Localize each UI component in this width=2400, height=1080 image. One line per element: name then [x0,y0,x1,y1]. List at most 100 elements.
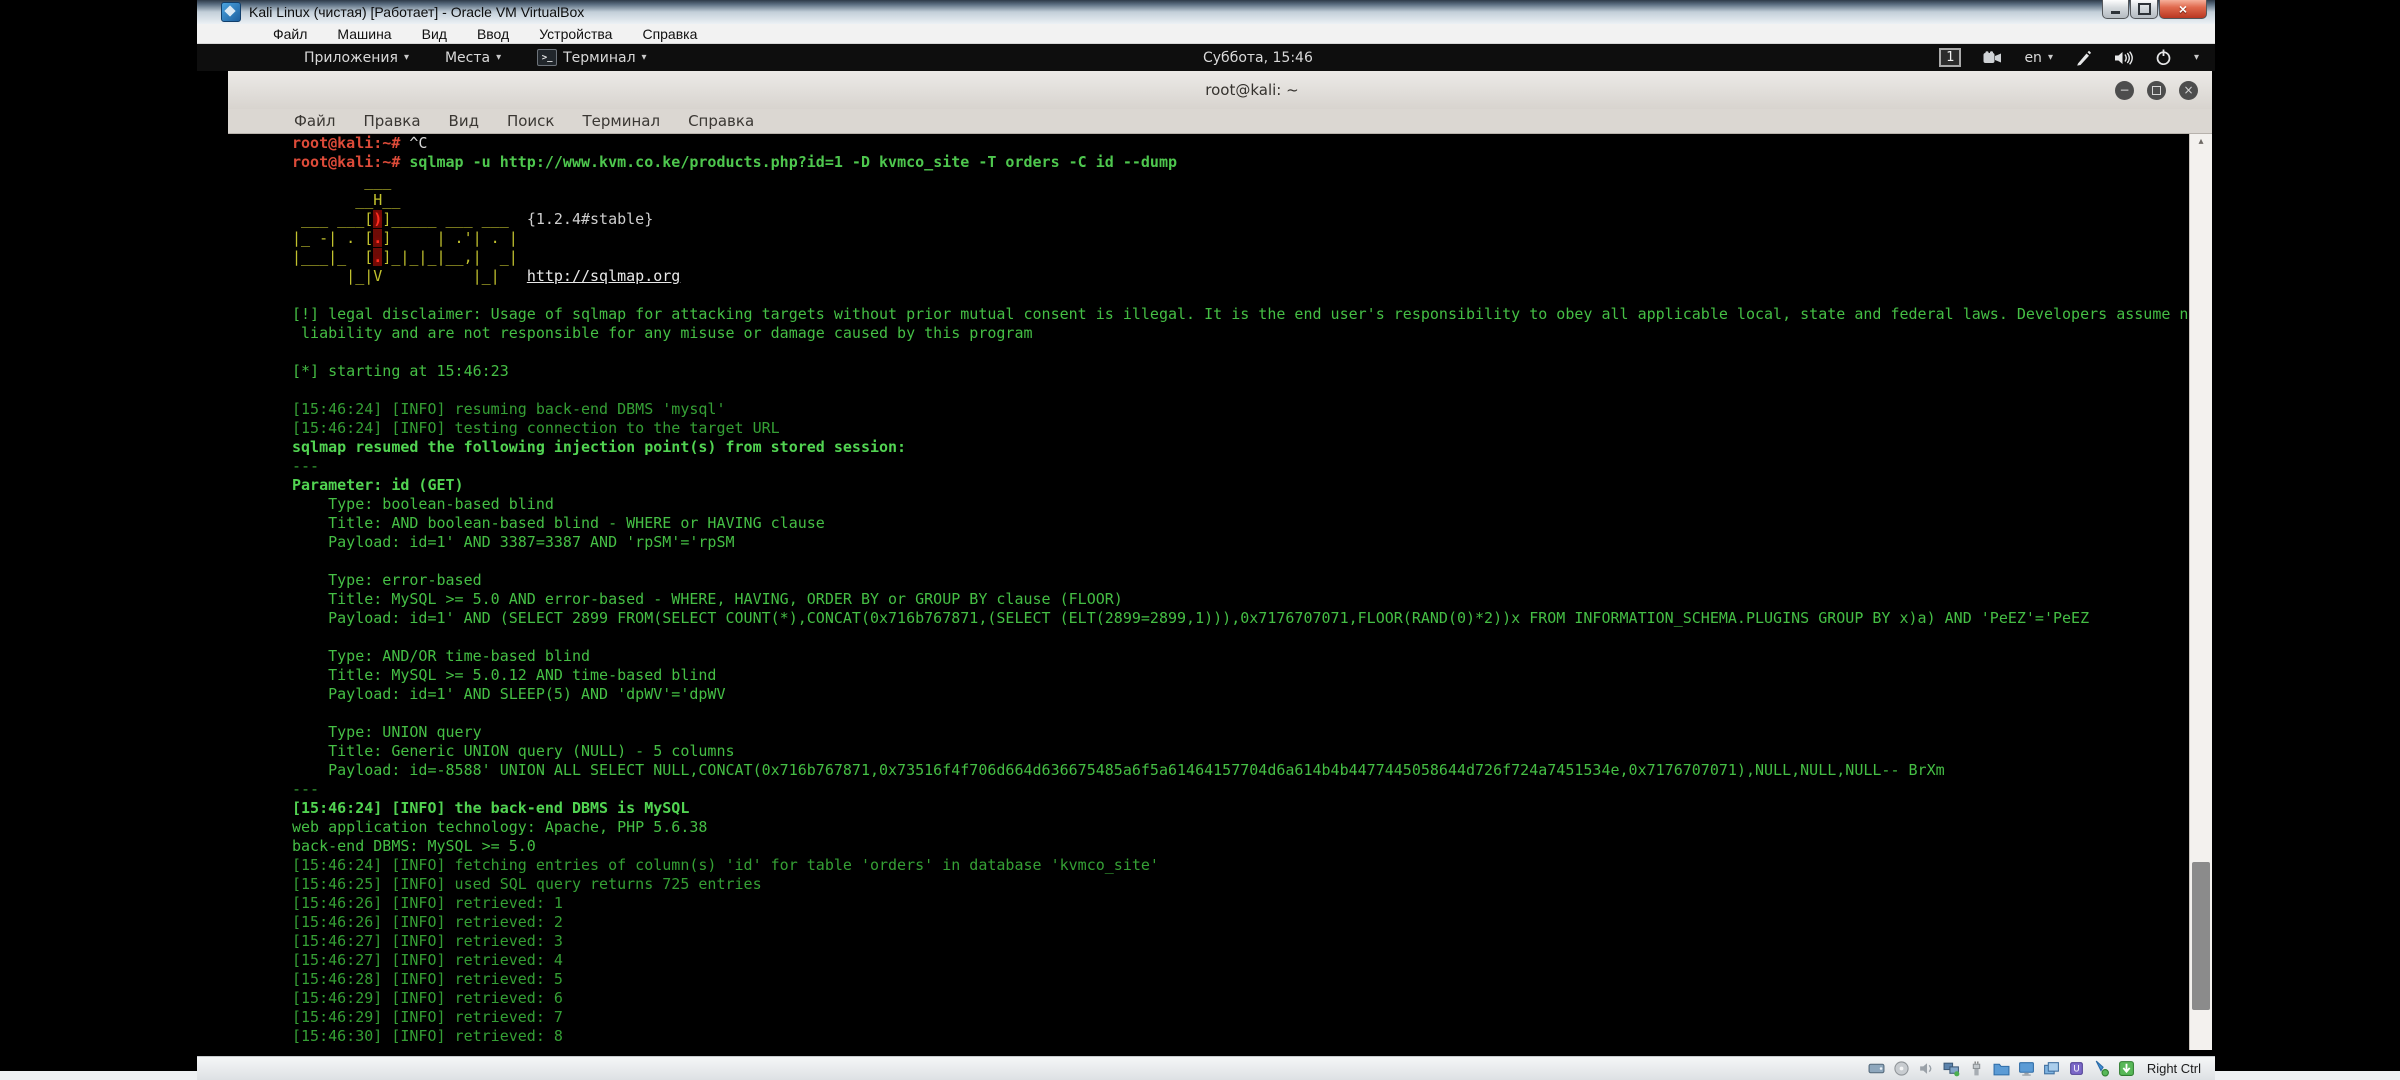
svg-text:U: U [2074,1065,2080,1075]
terminal-titlebar[interactable]: root@kali: ~ − × [228,71,2212,110]
cpu-icon[interactable]: U [2068,1060,2086,1078]
terminal-line: [15:46:29] [INFO] retrieved: 7 [292,1008,2198,1027]
terminal-line: root@kali:~# sqlmap -u http://www.kvm.co… [292,153,2198,172]
shared-folder-icon[interactable] [1993,1060,2011,1078]
cd-icon[interactable] [1893,1060,1911,1078]
terminal-scrollbar[interactable]: ▴ [2189,134,2212,1050]
terminal-close-button[interactable]: × [2179,81,2198,100]
terminal-menu-help[interactable]: Справка [688,112,754,130]
close-icon: × [2183,84,2193,96]
terminal-line: |_|V |_| http://sqlmap.org [292,267,2198,286]
usb-icon[interactable] [1968,1060,1986,1078]
terminal-line: [15:46:25] [INFO] used SQL query returns… [292,875,2198,894]
pencil-icon[interactable] [2075,49,2092,66]
vbox-menu-help[interactable]: Справка [642,26,697,42]
terminal-menu-terminal[interactable]: Терминал [582,112,660,130]
terminal-line [292,381,2198,400]
terminal-line: [15:46:29] [INFO] retrieved: 6 [292,989,2198,1008]
host-key-label: Right Ctrl [2147,1061,2201,1076]
terminal-menu-file[interactable]: Файл [294,112,335,130]
terminal-line [292,628,2198,647]
maximize-button[interactable] [2130,0,2158,19]
terminal-line: Type: UNION query [292,723,2198,742]
network-icon[interactable] [1943,1060,1961,1078]
terminal-line: Payload: id=1' AND (SELECT 2899 FROM(SEL… [292,609,2198,628]
terminal-line [292,343,2198,362]
close-icon: × [2179,2,2187,16]
terminal-line: [15:46:26] [INFO] retrieved: 1 [292,894,2198,913]
minimize-button[interactable] [2102,0,2129,19]
vbox-menu-machine[interactable]: Машина [337,26,391,42]
terminal-menu-label: Терминал [563,50,635,66]
terminal-line: --- [292,780,2198,799]
terminal-line [292,286,2198,305]
vbox-menu-file[interactable]: Файл [273,26,307,42]
mouse-integration-icon[interactable] [2093,1060,2111,1078]
terminal-maximize-button[interactable] [2147,81,2166,100]
terminal-line: [15:46:24] [INFO] testing connection to … [292,419,2198,438]
terminal-menu-view[interactable]: Вид [449,112,479,130]
terminal-line: [15:46:26] [INFO] retrieved: 2 [292,913,2198,932]
window-controls: × [2101,0,2207,19]
panel-tray: 1 en ▾ ▾ [1939,44,2199,71]
panel-clock[interactable]: Суббота, 15:46 [1203,44,1313,71]
windows-icon[interactable] [2043,1060,2061,1078]
terminal-window-controls: − × [2115,71,2198,109]
applications-menu[interactable]: Приложения ▾ [304,50,409,66]
screen-recorder-icon[interactable] [1983,51,2002,65]
speaker-icon[interactable] [2114,50,2133,66]
terminal-minimize-button[interactable]: − [2115,81,2134,100]
terminal-line: [15:46:30] [INFO] retrieved: 8 [292,1027,2198,1046]
terminal-line: |___|_ [.]_|_|_|__,| _| [292,248,2198,267]
terminal-line: [15:46:24] [INFO] resuming back-end DBMS… [292,400,2198,419]
terminal-line: liability and are not responsible for an… [292,324,2198,343]
kali-top-panel: Приложения ▾ Места ▾ >_ Терминал ▾ Суббо… [197,44,2215,71]
terminal-line: [*] starting at 15:46:23 [292,362,2198,381]
terminal-screen[interactable]: root@kali:~# ^Croot@kali:~# sqlmap -u ht… [228,134,2212,1056]
terminal-line: ___ [292,172,2198,191]
hdd-icon[interactable] [1868,1060,1886,1078]
minimize-icon [2111,11,2120,14]
places-menu[interactable]: Места ▾ [445,50,501,66]
terminal-icon: >_ [537,49,557,66]
session-caret-down-icon[interactable]: ▾ [2194,52,2199,63]
virtualbox-statusbar: U Right Ctrl [197,1056,2215,1080]
terminal-line: [15:46:28] [INFO] retrieved: 5 [292,970,2198,989]
virtualbox-titlebar[interactable]: Kali Linux (чистая) [Работает] - Oracle … [197,0,2215,24]
terminal-line: Type: error-based [292,571,2198,590]
terminal-menu-edit[interactable]: Правка [363,112,420,130]
caret-down-icon: ▾ [2048,52,2053,63]
terminal-app-menu[interactable]: >_ Терминал ▾ [537,49,646,66]
scrollbar-thumb[interactable] [2192,862,2210,1010]
workspace-indicator[interactable]: 1 [1939,48,1961,67]
display-icon[interactable] [2018,1060,2036,1078]
close-button[interactable]: × [2159,0,2207,19]
vbox-menu-devices[interactable]: Устройства [539,26,612,42]
guest-screen: Приложения ▾ Места ▾ >_ Терминал ▾ Суббо… [197,44,2215,1056]
window-title: Kali Linux (чистая) [Работает] - Oracle … [249,4,584,20]
caret-down-icon: ▾ [404,52,409,63]
terminal-line [292,552,2198,571]
terminal-line: sqlmap resumed the following injection p… [292,438,2198,457]
terminal-menu-search[interactable]: Поиск [507,112,555,130]
terminal-line: Payload: id=-8588' UNION ALL SELECT NULL… [292,761,2198,780]
terminal-line: [15:46:24] [INFO] the back-end DBMS is M… [292,799,2198,818]
terminal-line: back-end DBMS: MySQL >= 5.0 [292,837,2198,856]
keyboard-layout-label: en [2024,50,2042,66]
terminal-line: |_ -| . [.] | .'| . | [292,229,2198,248]
virtualbox-logo-icon [221,2,241,22]
terminal-line: web application technology: Apache, PHP … [292,818,2198,837]
auto-resize-icon[interactable] [2118,1060,2136,1078]
terminal-line: Title: MySQL >= 5.0.12 AND time-based bl… [292,666,2198,685]
terminal-line: Payload: id=1' AND SLEEP(5) AND 'dpWV'='… [292,685,2198,704]
virtualbox-window: Kali Linux (чистая) [Работает] - Oracle … [197,0,2215,1080]
scroll-up-icon[interactable]: ▴ [2190,136,2212,147]
keyboard-layout-indicator[interactable]: en ▾ [2024,50,2053,66]
audio-icon[interactable] [1918,1060,1936,1078]
vbox-menu-input[interactable]: Ввод [477,26,509,42]
power-icon[interactable] [2155,49,2172,66]
terminal-line: Type: boolean-based blind [292,495,2198,514]
vbox-menu-view[interactable]: Вид [422,26,447,42]
terminal-line: [15:46:24] [INFO] fetching entries of co… [292,856,2198,875]
minimize-icon: − [2119,84,2129,96]
